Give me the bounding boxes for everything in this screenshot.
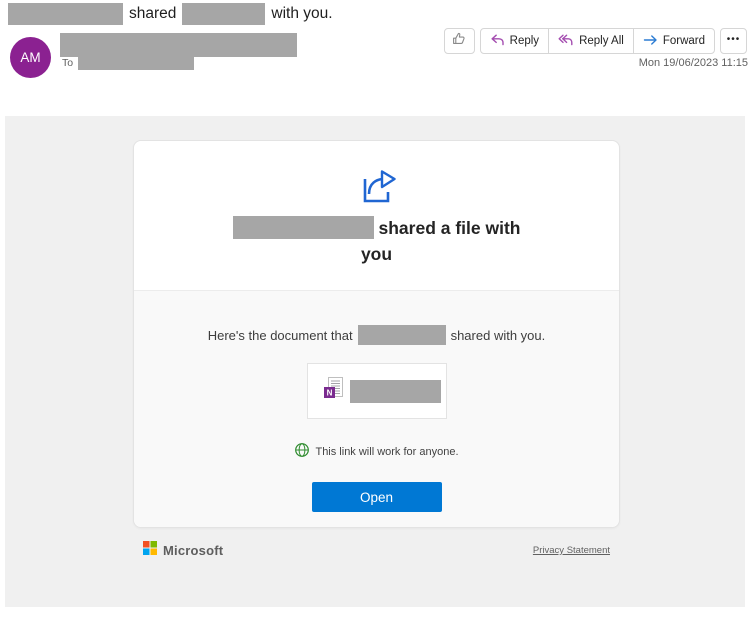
share-file-icon: [354, 164, 400, 208]
redacted-sharer-name-inline: [357, 325, 446, 345]
message-timestamp: Mon 19/06/2023 11:15: [638, 57, 748, 69]
forward-button[interactable]: Forward: [632, 29, 714, 53]
card-heading: shared a file with you: [216, 215, 538, 267]
body-text-suffix: shared with you.: [450, 327, 546, 343]
redacted-sender-name: [8, 3, 123, 25]
redacted-file-name: [182, 3, 266, 25]
shared-file-tile[interactable]: N: [306, 363, 447, 419]
share-notification-card: shared a file with you Here's the docume…: [133, 140, 620, 528]
redacted-sender-display-name: [60, 33, 297, 57]
reply-all-button[interactable]: Reply All: [548, 29, 633, 53]
privacy-statement-link[interactable]: Privacy Statement: [533, 545, 610, 556]
reply-label: Reply: [509, 35, 540, 47]
subject-suffix: with you.: [271, 5, 333, 22]
card-header-section: shared a file with you: [134, 141, 619, 290]
more-options-icon: •••: [726, 33, 741, 45]
card-heading-text: shared a file with you: [360, 218, 521, 264]
sender-avatar[interactable]: AM: [10, 37, 51, 78]
svg-text:N: N: [326, 388, 332, 397]
microsoft-logo-icon: [143, 541, 157, 560]
thumbs-up-icon: [451, 31, 467, 52]
reply-arrow-icon: [490, 33, 505, 50]
forward-arrow-icon: [643, 34, 658, 49]
to-label: To: [62, 57, 74, 69]
link-note-text: This link will work for anyone.: [315, 445, 459, 458]
forward-label: Forward: [662, 35, 705, 47]
reply-all-label: Reply All: [579, 35, 624, 47]
more-options-button[interactable]: •••: [720, 28, 747, 54]
redacted-sharer-name: [232, 216, 374, 239]
reply-button-group: Reply Reply All Forward: [479, 28, 715, 54]
like-button[interactable]: [443, 28, 475, 54]
card-body-section: Here's the document that shared with you…: [134, 290, 619, 527]
subject-word-shared: shared: [129, 5, 177, 22]
message-action-bar: Reply Reply All Forward •••: [443, 28, 747, 54]
microsoft-brand: Microsoft: [143, 541, 223, 560]
card-body-line: Here's the document that shared with you…: [207, 325, 546, 345]
open-button[interactable]: Open: [311, 482, 442, 512]
link-permission-note: This link will work for anyone.: [294, 442, 459, 461]
redacted-file-title: [349, 379, 441, 403]
subject-line: shared with you.: [8, 3, 333, 25]
redacted-recipient-name: [78, 56, 195, 70]
reply-all-arrow-icon: [558, 33, 574, 50]
email-reading-pane: shared with you. AM To Reply Reply All F…: [0, 0, 750, 618]
body-text-prefix: Here's the document that: [207, 327, 353, 343]
recipient-row: To: [62, 56, 195, 70]
onenote-document-icon: N: [323, 376, 344, 407]
globe-icon: [294, 442, 310, 461]
microsoft-wordmark: Microsoft: [163, 543, 224, 558]
reply-button[interactable]: Reply: [481, 29, 548, 53]
email-footer: Microsoft Privacy Statement: [133, 541, 620, 560]
